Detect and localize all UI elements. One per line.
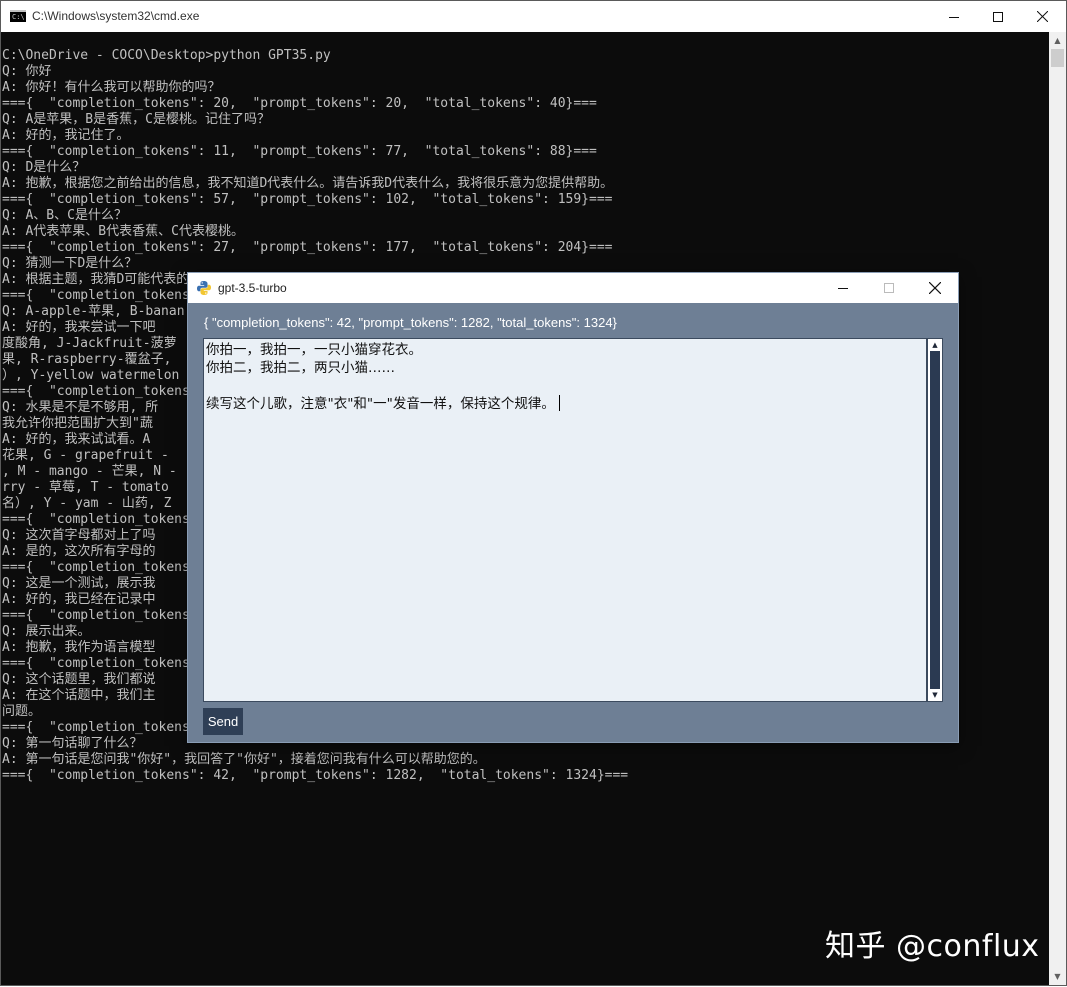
console-line: A: A代表苹果、B代表香蕉、C代表樱桃。 bbox=[2, 224, 244, 239]
gpt-close-button[interactable] bbox=[912, 273, 958, 303]
console-line: Q: 猜测一下D是什么？ bbox=[2, 256, 138, 271]
console-line: A: 好的，我记住了。 bbox=[2, 128, 130, 143]
minimize-icon bbox=[838, 288, 848, 289]
console-line: ==={ "completion_tokens": 42, "prompt_to… bbox=[2, 768, 629, 783]
cmd-scrollbar[interactable]: ▲ ▼ bbox=[1049, 32, 1066, 985]
cmd-close-button[interactable] bbox=[1019, 1, 1065, 32]
gpt-minimize-button[interactable] bbox=[820, 273, 866, 303]
text-caret bbox=[558, 395, 560, 411]
console-line: C:\OneDrive - COCO\Desktop>python GPT35.… bbox=[2, 48, 331, 63]
console-line: Q: A、B、C是什么？ bbox=[2, 208, 127, 223]
cmd-icon: C:\ bbox=[10, 10, 26, 22]
prompt-textarea[interactable]: 你拍一，我拍一，一只小猫穿花衣。 你拍二，我拍二，两只小猫…… 续写这个儿歌，注… bbox=[203, 338, 927, 702]
prompt-scroll-thumb[interactable] bbox=[930, 351, 940, 689]
cmd-minimize-button[interactable] bbox=[931, 1, 977, 32]
send-button[interactable]: Send bbox=[203, 708, 243, 735]
console-line: ==={ "completion_tokens": 57, "prompt_to… bbox=[2, 192, 613, 207]
close-icon bbox=[929, 282, 941, 294]
console-line: ==={ "completion_tokens": 11, "prompt_to… bbox=[2, 144, 597, 159]
minimize-icon bbox=[949, 16, 959, 18]
console-line: A: 你好！有什么我可以帮助你的吗？ bbox=[2, 80, 221, 95]
gpt-titlebar[interactable]: gpt-3.5-turbo bbox=[188, 273, 958, 303]
prompt-text: 你拍一，我拍一，一只小猫穿花衣。 你拍二，我拍二，两只小猫…… 续写这个儿歌，注… bbox=[206, 341, 560, 413]
scroll-up-icon[interactable]: ▲ bbox=[1049, 32, 1066, 49]
close-icon bbox=[1036, 11, 1048, 22]
python-icon bbox=[197, 281, 211, 295]
console-line: ==={ "completion_tokens": 27, "prompt_to… bbox=[2, 240, 613, 255]
scroll-down-icon[interactable]: ▼ bbox=[928, 689, 942, 701]
scroll-down-icon[interactable]: ▼ bbox=[1049, 968, 1066, 985]
gpt-maximize-button[interactable] bbox=[866, 273, 912, 303]
scroll-up-icon[interactable]: ▲ bbox=[928, 339, 942, 351]
console-line: Q: A是苹果，B是香蕉，C是樱桃。记住了吗？ bbox=[2, 112, 270, 127]
console-line: ==={ "completion_tokens": 20, "prompt_to… bbox=[2, 96, 597, 111]
gpt-window: gpt-3.5-turbo { "completion_tokens": 42,… bbox=[188, 273, 958, 742]
token-usage-label: { "completion_tokens": 42, "prompt_token… bbox=[204, 315, 617, 330]
maximize-icon bbox=[884, 283, 894, 293]
cmd-maximize-button[interactable] bbox=[975, 1, 1021, 32]
console-line: Q: 你好 bbox=[2, 64, 52, 79]
gpt-window-title: gpt-3.5-turbo bbox=[218, 281, 287, 295]
prompt-text-content: 你拍一，我拍一，一只小猫穿花衣。 你拍二，我拍二，两只小猫…… 续写这个儿歌，注… bbox=[206, 342, 555, 412]
cmd-titlebar[interactable]: C:\ C:\Windows\system32\cmd.exe bbox=[1, 1, 1066, 32]
zhihu-watermark: 知乎 @conflux bbox=[825, 929, 1040, 964]
cmd-scroll-thumb[interactable] bbox=[1051, 49, 1064, 67]
prompt-scrollbar[interactable]: ▲ ▼ bbox=[927, 338, 943, 702]
console-line: Q: D是什么？ bbox=[2, 160, 86, 175]
cmd-window-title: C:\Windows\system32\cmd.exe bbox=[32, 9, 200, 23]
console-line: A: 第一句话是您问我"你好"，我回答了"你好"，接着您问我有什么可以帮助您的。 bbox=[2, 752, 486, 767]
console-line: A: 抱歉，根据您之前给出的信息，我不知道D代表什么。请告诉我D代表什么，我将很… bbox=[2, 176, 614, 191]
maximize-icon bbox=[993, 11, 1003, 22]
